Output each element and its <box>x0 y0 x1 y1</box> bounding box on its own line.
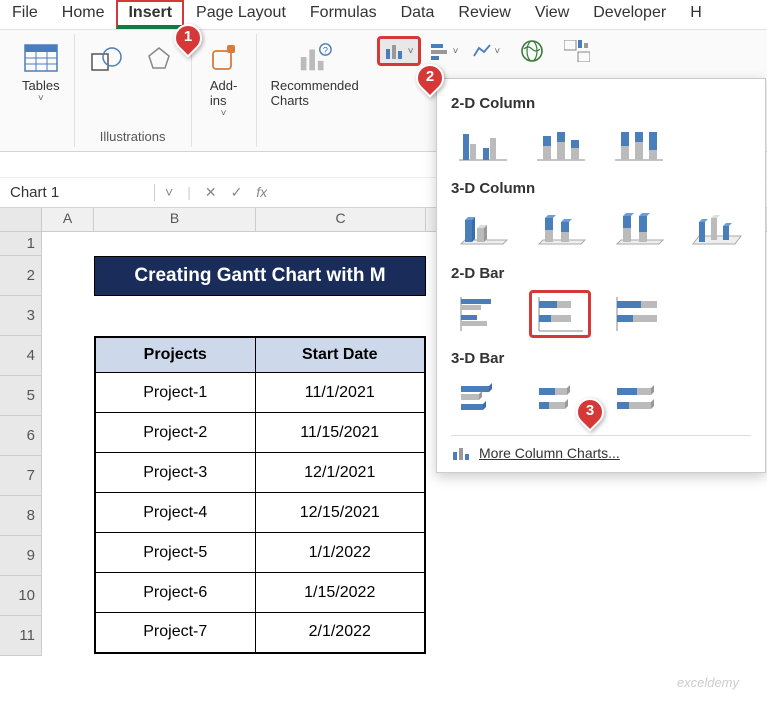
tables-label: Tables <box>22 78 60 93</box>
clustered-bar-3d[interactable] <box>451 375 513 423</box>
pivot-chart-button[interactable] <box>560 38 594 64</box>
group-tables: Tables ˅ <box>8 34 75 147</box>
addins-label: Add- ins <box>210 78 237 108</box>
tab-data[interactable]: Data <box>389 0 447 29</box>
tab-review[interactable]: Review <box>446 0 522 29</box>
insert-bar-chart-small[interactable]: ˅ <box>427 40 463 62</box>
th-startdate[interactable]: Start Date <box>255 337 425 373</box>
tab-formulas[interactable]: Formulas <box>298 0 389 29</box>
tab-home[interactable]: Home <box>50 0 117 29</box>
fx-icon[interactable]: fx <box>256 184 267 201</box>
pentagon-icon <box>141 40 177 76</box>
row-header[interactable]: 1 <box>0 232 42 256</box>
stacked-column-100-3d[interactable] <box>607 205 669 253</box>
callout-marker-1: 1 <box>174 24 204 60</box>
recommended-charts-button[interactable]: ? Recommended Charts <box>265 36 365 112</box>
data-table: Projects Start Date Project-111/1/2021 P… <box>94 336 426 654</box>
stacked-bar-2d[interactable] <box>529 290 591 338</box>
tab-view[interactable]: View <box>523 0 581 29</box>
column-3d[interactable] <box>685 205 747 253</box>
section-2d-bar: 2-D Bar <box>451 265 751 282</box>
ribbon-tabs: File Home Insert Page Layout Formulas Da… <box>0 0 767 30</box>
col-header-A[interactable]: A <box>42 208 94 231</box>
stacked-column-3d[interactable] <box>529 205 591 253</box>
name-box[interactable]: Chart 1 <box>0 184 155 201</box>
row-header[interactable]: 2 <box>0 256 42 296</box>
pivot-chart-icon <box>564 40 590 62</box>
line-small-icon <box>472 42 492 60</box>
row-header[interactable]: 3 <box>0 296 42 336</box>
globe-icon <box>520 39 544 63</box>
row-header[interactable]: 7 <box>0 456 42 496</box>
clustered-column-2d[interactable] <box>451 120 513 168</box>
row-header[interactable]: 6 <box>0 416 42 456</box>
section-2d-column: 2-D Column <box>451 95 751 112</box>
row-header[interactable]: 11 <box>0 616 42 656</box>
bar-small-icon <box>431 42 451 60</box>
stacked-column-2d[interactable] <box>529 120 591 168</box>
row-header[interactable]: 5 <box>0 376 42 416</box>
addins-button[interactable]: Add- ins ˅ <box>200 36 248 123</box>
stacked-bar-100-3d[interactable] <box>607 375 669 423</box>
illustrations-label: Illustrations <box>100 129 166 145</box>
insert-line-chart-small[interactable]: ˅ <box>468 40 504 62</box>
row-header[interactable]: 4 <box>0 336 42 376</box>
row-header[interactable]: 10 <box>0 576 42 616</box>
tab-developer[interactable]: Developer <box>581 0 678 29</box>
callout-marker-3: 3 <box>576 398 606 434</box>
recommended-charts-icon: ? <box>297 40 333 76</box>
recommended-charts-label: Recommended Charts <box>271 78 359 108</box>
clustered-column-3d[interactable] <box>451 205 513 253</box>
th-projects[interactable]: Projects <box>95 337 255 373</box>
svg-text:?: ? <box>322 45 327 56</box>
tab-file[interactable]: File <box>0 0 50 29</box>
tables-button[interactable]: Tables ˅ <box>16 36 66 108</box>
section-3d-bar: 3-D Bar <box>451 350 751 367</box>
namebox-dropdown-icon[interactable]: ˅ <box>165 184 173 201</box>
table-row: Project-312/1/2021 <box>95 453 425 493</box>
illustrations-button[interactable] <box>83 36 131 82</box>
table-row: Project-211/15/2021 <box>95 413 425 453</box>
shapes-icon <box>89 40 125 76</box>
table-row: Project-61/15/2022 <box>95 573 425 613</box>
table-icon <box>23 40 59 76</box>
row-header[interactable]: 9 <box>0 536 42 576</box>
col-header-C[interactable]: C <box>256 208 426 231</box>
stacked-column-100-2d[interactable] <box>607 120 669 168</box>
column-chart-icon <box>384 41 406 61</box>
insert-column-chart-button[interactable]: ˅ <box>377 36 421 66</box>
table-row: Project-111/1/2021 <box>95 373 425 413</box>
more-column-charts[interactable]: More Column Charts... <box>451 435 751 462</box>
chevron-down-icon: ˅ <box>221 108 227 119</box>
clustered-bar-2d[interactable] <box>451 290 513 338</box>
row-header[interactable]: 8 <box>0 496 42 536</box>
table-row: Project-412/15/2021 <box>95 493 425 533</box>
watermark: exceldemy <box>677 675 739 690</box>
callout-marker-2: 2 <box>416 64 446 100</box>
title-banner: Creating Gantt Chart with M <box>94 256 426 296</box>
tab-truncated[interactable]: H <box>678 0 714 29</box>
stacked-bar-100-2d[interactable] <box>607 290 669 338</box>
small-chart-icon <box>451 444 471 462</box>
table-row: Project-72/1/2022 <box>95 613 425 653</box>
maps-button[interactable] <box>516 37 548 65</box>
section-3d-column: 3-D Column <box>451 180 751 197</box>
cancel-formula-icon[interactable]: ✕ <box>205 184 217 201</box>
col-header-B[interactable]: B <box>94 208 256 231</box>
chevron-down-icon: ˅ <box>38 93 44 104</box>
confirm-formula-icon[interactable]: ✓ <box>231 184 243 201</box>
table-row: Project-51/1/2022 <box>95 533 425 573</box>
addins-icon <box>206 40 242 76</box>
